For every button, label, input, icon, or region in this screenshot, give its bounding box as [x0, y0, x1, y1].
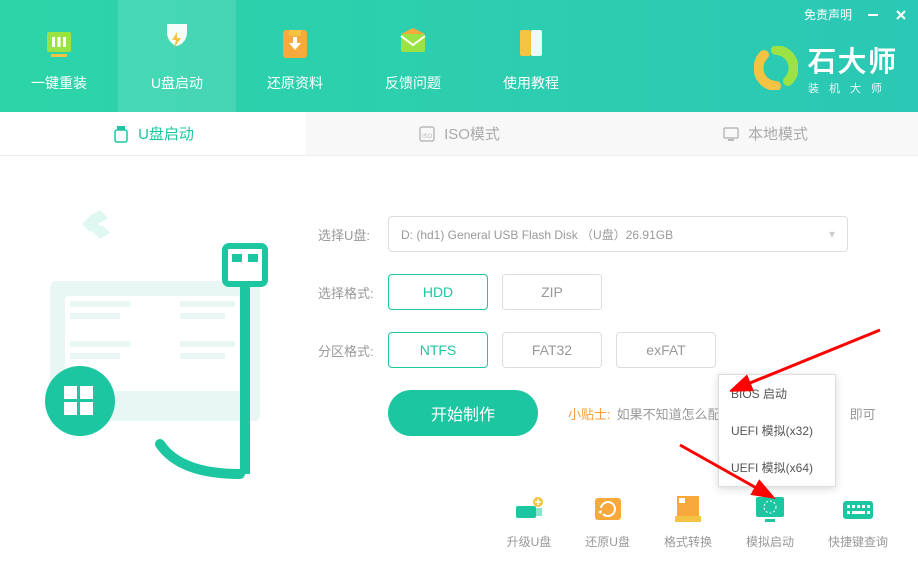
nav-usb-boot[interactable]: U盘启动 — [118, 0, 236, 112]
logo-main: 石大师 — [808, 40, 898, 80]
action-label: 格式转换 — [664, 533, 712, 550]
partition-ntfs-button[interactable]: NTFS — [388, 332, 488, 368]
disk-value: D: (hd1) General USB Flash Disk （U盘）26.9… — [401, 226, 673, 243]
nav-label: 使用教程 — [503, 73, 559, 93]
tip-suffix: 即可 — [850, 404, 876, 423]
nav-label: 一键重装 — [31, 73, 87, 93]
app-header: 一键重装 U盘启动 还原资料 反馈问题 使用教程 免责声明 石大师 装机大师 — [0, 0, 918, 112]
nav-label: U盘启动 — [151, 73, 203, 93]
restore-usb-icon — [589, 493, 627, 525]
partition-fat32-button[interactable]: FAT32 — [502, 332, 602, 368]
window-controls: 免责声明 — [804, 6, 908, 23]
minimize-button[interactable] — [866, 8, 880, 22]
nav-tutorial[interactable]: 使用教程 — [472, 0, 590, 112]
bottom-actions: 升级U盘 还原U盘 格式转换 模拟启动 快捷键查询 — [507, 493, 888, 550]
disk-select[interactable]: D: (hd1) General USB Flash Disk （U盘）26.9… — [388, 216, 848, 252]
action-label: 模拟启动 — [746, 533, 794, 550]
popup-bios-boot[interactable]: BIOS 启动 — [719, 375, 835, 412]
tab-label: 本地模式 — [748, 123, 808, 144]
main-content: 选择U盘: D: (hd1) General USB Flash Disk （U… — [0, 156, 918, 578]
close-button[interactable] — [894, 8, 908, 22]
reinstall-icon — [36, 19, 82, 65]
nav-restore[interactable]: 还原资料 — [236, 0, 354, 112]
nav-feedback[interactable]: 反馈问题 — [354, 0, 472, 112]
tab-usb-boot[interactable]: U盘启动 — [0, 112, 306, 155]
format-hdd-button[interactable]: HDD — [388, 274, 488, 310]
logo-icon — [754, 46, 798, 90]
nav-label: 还原资料 — [267, 73, 323, 93]
logo-sub: 装机大师 — [808, 80, 898, 96]
upgrade-icon — [510, 493, 548, 525]
popup-uefi-x64[interactable]: UEFI 模拟(x64) — [719, 449, 835, 486]
mode-tabs: U盘启动 ISO ISO模式 本地模式 — [0, 112, 918, 156]
boot-mode-popup: BIOS 启动 UEFI 模拟(x32) UEFI 模拟(x64) — [718, 374, 836, 487]
tip-label: 小贴士: — [568, 404, 611, 423]
action-label: 升级U盘 — [507, 533, 552, 550]
app-logo: 石大师 装机大师 — [754, 40, 898, 96]
disk-label: 选择U盘: — [318, 225, 388, 244]
partition-exfat-button[interactable]: exFAT — [616, 332, 716, 368]
action-format-convert[interactable]: 格式转换 — [664, 493, 712, 550]
action-restore-usb[interactable]: 还原U盘 — [585, 493, 630, 550]
disclaimer-link[interactable]: 免责声明 — [804, 6, 852, 23]
restore-icon — [272, 19, 318, 65]
tab-label: U盘启动 — [138, 123, 194, 144]
chevron-down-icon: ▾ — [829, 227, 835, 241]
format-label: 选择格式: — [318, 283, 388, 302]
monitor-icon — [722, 125, 740, 143]
nav-reinstall[interactable]: 一键重装 — [0, 0, 118, 112]
nav-label: 反馈问题 — [385, 73, 441, 93]
action-simulate-boot[interactable]: 模拟启动 — [746, 493, 794, 550]
start-button[interactable]: 开始制作 — [388, 390, 538, 436]
convert-icon — [669, 493, 707, 525]
feedback-icon — [390, 19, 436, 65]
tutorial-icon — [508, 19, 554, 65]
usb-illustration — [30, 186, 290, 486]
action-label: 还原U盘 — [585, 533, 630, 550]
action-label: 快捷键查询 — [828, 533, 888, 550]
tab-iso-mode[interactable]: ISO ISO模式 — [306, 112, 612, 155]
keyboard-icon — [839, 493, 877, 525]
usb-icon — [112, 125, 130, 143]
tip-text: 如果不知道怎么配置 — [617, 404, 734, 423]
simulate-icon — [751, 493, 789, 525]
popup-uefi-x32[interactable]: UEFI 模拟(x32) — [719, 412, 835, 449]
tab-local-mode[interactable]: 本地模式 — [612, 112, 918, 155]
tab-label: ISO模式 — [444, 123, 500, 144]
partition-label: 分区格式: — [318, 341, 388, 360]
iso-icon: ISO — [418, 125, 436, 143]
action-upgrade-usb[interactable]: 升级U盘 — [507, 493, 552, 550]
action-shortcut-query[interactable]: 快捷键查询 — [828, 493, 888, 550]
svg-text:ISO: ISO — [422, 134, 433, 140]
usb-boot-icon — [154, 19, 200, 65]
format-zip-button[interactable]: ZIP — [502, 274, 602, 310]
